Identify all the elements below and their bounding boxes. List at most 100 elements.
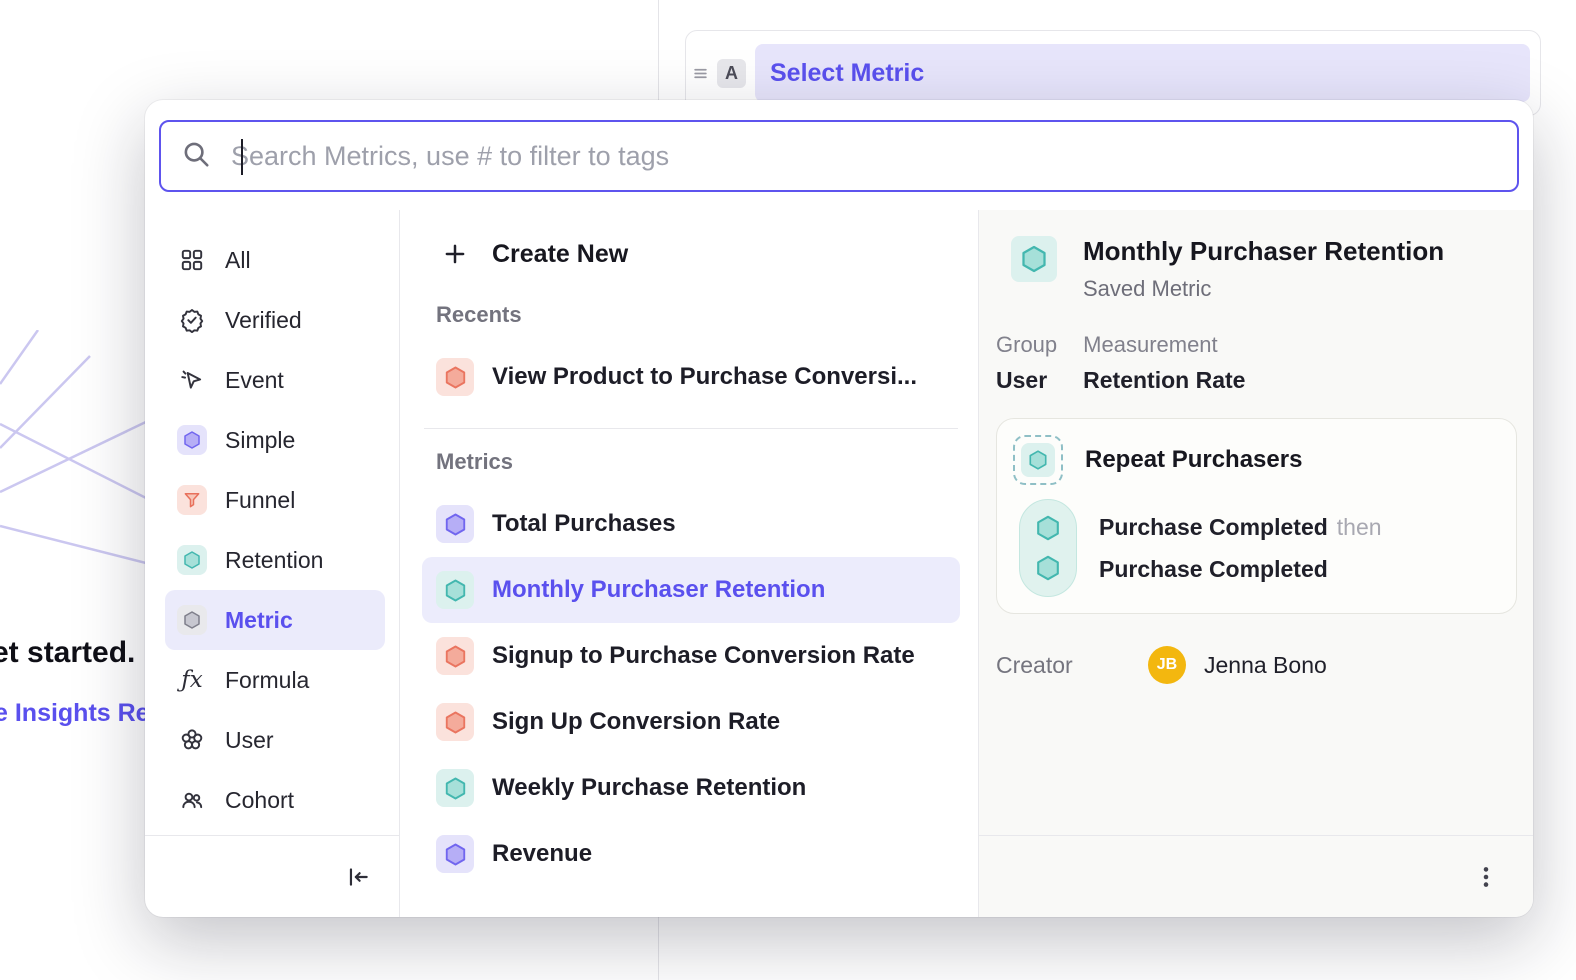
metric-list-item[interactable]: Sign Up Conversion Rate bbox=[422, 689, 960, 755]
card-header: Repeat Purchasers bbox=[1013, 435, 1500, 485]
sidebar-item-simple[interactable]: Simple bbox=[165, 410, 385, 470]
metric-hexagon-icon bbox=[436, 571, 474, 609]
retention-metric-hexagon-icon bbox=[1011, 236, 1057, 302]
event-steps: Purchase Completed then Purchase Complet… bbox=[1019, 499, 1500, 597]
search-icon bbox=[181, 139, 211, 174]
metric-hexagon-icon bbox=[436, 835, 474, 873]
card-title: Repeat Purchasers bbox=[1085, 446, 1302, 474]
category-sidebar: All Verified Event Simple FunnelRetention Met… bbox=[145, 210, 400, 917]
creator-avatar[interactable]: JB bbox=[1148, 646, 1186, 684]
flower-icon bbox=[175, 723, 209, 757]
select-metric-field[interactable]: Select Metric bbox=[755, 44, 1530, 102]
sidebar-item-retention[interactable]: Retention bbox=[165, 530, 385, 590]
sidebar-item-formula[interactable]: ƒx Formula bbox=[165, 650, 385, 710]
section-label: Metrics bbox=[422, 449, 960, 475]
plus-icon bbox=[436, 235, 474, 273]
detail-footer bbox=[979, 835, 1533, 917]
sidebar-item-event[interactable]: Event bbox=[165, 350, 385, 410]
metric-hexagon-icon bbox=[436, 769, 474, 807]
event-icon bbox=[175, 363, 209, 397]
funnel-icon bbox=[175, 483, 209, 517]
sidebar-item-user[interactable]: User bbox=[165, 710, 385, 770]
metric-list-item[interactable]: Revenue bbox=[422, 821, 960, 887]
series-a-badge[interactable]: A bbox=[717, 59, 746, 88]
metric-sections: Recents View Product to Purchase Conversi… bbox=[422, 282, 960, 887]
measurement-value: Retention Rate bbox=[1083, 367, 1245, 394]
create-new-button[interactable]: Create New bbox=[422, 234, 960, 274]
metric-list-item[interactable]: Total Purchases bbox=[422, 491, 960, 557]
background-chart-lines bbox=[0, 330, 150, 570]
hex-teal bbox=[175, 543, 209, 577]
event-steps-pill bbox=[1019, 499, 1077, 597]
hex-gray bbox=[175, 603, 209, 637]
creator-label: Creator bbox=[996, 652, 1148, 679]
sidebar-item-label: Event bbox=[225, 367, 284, 394]
event-hexagon-icon bbox=[1034, 514, 1062, 542]
metric-label: Monthly Purchaser Retention bbox=[492, 576, 825, 604]
metric-label: Total Purchases bbox=[492, 510, 676, 538]
sidebar-item-label: Simple bbox=[225, 427, 295, 454]
metric-search-box[interactable] bbox=[159, 120, 1519, 192]
metric-meta: Group User Measurement Retention Rate bbox=[996, 332, 1517, 394]
drag-handle-icon[interactable] bbox=[693, 66, 708, 81]
group-meta: Group User bbox=[996, 332, 1057, 394]
cohort-icon bbox=[175, 783, 209, 817]
measurement-meta: Measurement Retention Rate bbox=[1083, 332, 1245, 394]
text-caret bbox=[241, 139, 243, 175]
sidebar-item-metric[interactable]: Metric bbox=[165, 590, 385, 650]
then-connector: then bbox=[1337, 514, 1382, 541]
sidebar-footer bbox=[145, 835, 399, 917]
more-options-icon[interactable] bbox=[1473, 864, 1499, 890]
section-label: Recents bbox=[422, 302, 960, 328]
sidebar-item-label: Formula bbox=[225, 667, 309, 694]
metric-hexagon-icon bbox=[436, 358, 474, 396]
select-metric-label: Select Metric bbox=[770, 59, 924, 88]
step2-event-name: Purchase Completed bbox=[1099, 556, 1328, 583]
dashed-cohort-icon bbox=[1013, 435, 1063, 485]
group-value: User bbox=[996, 367, 1057, 394]
detail-subtitle: Saved Metric bbox=[1083, 276, 1444, 302]
sidebar-item-label: Verified bbox=[225, 307, 302, 334]
metric-list-item[interactable]: Signup to Purchase Conversion Rate bbox=[422, 623, 960, 689]
creator-name: Jenna Bono bbox=[1204, 652, 1327, 679]
metric-label: Revenue bbox=[492, 840, 592, 868]
metric-list-item[interactable]: Weekly Purchase Retention bbox=[422, 755, 960, 821]
step-texts: Purchase Completed then Purchase Complet… bbox=[1099, 506, 1382, 590]
sidebar-item-label: User bbox=[225, 727, 274, 754]
metric-picker-modal: All Verified Event Simple FunnelRetention Met… bbox=[145, 100, 1533, 917]
metric-label: View Product to Purchase Conversi... bbox=[492, 363, 917, 391]
metric-hexagon-icon bbox=[436, 637, 474, 675]
retention-hexagon-icon bbox=[1021, 443, 1055, 477]
metric-list-panel: Create New Recents View Product to Purcha… bbox=[400, 210, 978, 917]
metric-hexagon-icon bbox=[436, 703, 474, 741]
metric-label: Weekly Purchase Retention bbox=[492, 774, 806, 802]
step-line-1: Purchase Completed then bbox=[1099, 506, 1382, 548]
background-report-link-fragment[interactable]: e Insights Re bbox=[0, 699, 150, 728]
collapse-sidebar-icon[interactable] bbox=[345, 864, 371, 890]
metric-list-item[interactable]: View Product to Purchase Conversi... bbox=[422, 344, 960, 410]
sidebar-item-cohort[interactable]: Cohort bbox=[165, 770, 385, 830]
hex-purple bbox=[175, 423, 209, 457]
sidebar-item-funnel[interactable]: Funnel bbox=[165, 470, 385, 530]
background-heading-fragment: et started. bbox=[0, 636, 135, 670]
repeat-purchasers-card: Repeat Purchasers Purchase Completed the… bbox=[996, 418, 1517, 614]
event-hexagon-icon bbox=[1034, 554, 1062, 582]
create-new-label: Create New bbox=[492, 240, 628, 269]
step1-event-name: Purchase Completed bbox=[1099, 514, 1328, 541]
group-label: Group bbox=[996, 332, 1057, 358]
detail-header: Monthly Purchaser Retention Saved Metric bbox=[1011, 236, 1517, 302]
metric-list-item[interactable]: Monthly Purchaser Retention bbox=[422, 557, 960, 623]
detail-title: Monthly Purchaser Retention bbox=[1083, 236, 1444, 267]
sidebar-item-label: All bbox=[225, 247, 251, 274]
sidebar-item-verified[interactable]: Verified bbox=[165, 290, 385, 350]
search-input[interactable] bbox=[229, 140, 1497, 173]
sidebar-item-label: Metric bbox=[225, 607, 293, 634]
formula-icon: ƒx bbox=[175, 663, 209, 697]
step-line-2: Purchase Completed bbox=[1099, 548, 1382, 590]
category-list: All Verified Event Simple FunnelRetention Met… bbox=[145, 210, 399, 835]
metric-label: Sign Up Conversion Rate bbox=[492, 708, 780, 736]
metric-detail-panel: Monthly Purchaser Retention Saved Metric… bbox=[978, 210, 1533, 917]
sidebar-item-label: Cohort bbox=[225, 787, 294, 814]
search-area bbox=[145, 100, 1533, 210]
sidebar-item-all[interactable]: All bbox=[165, 230, 385, 290]
